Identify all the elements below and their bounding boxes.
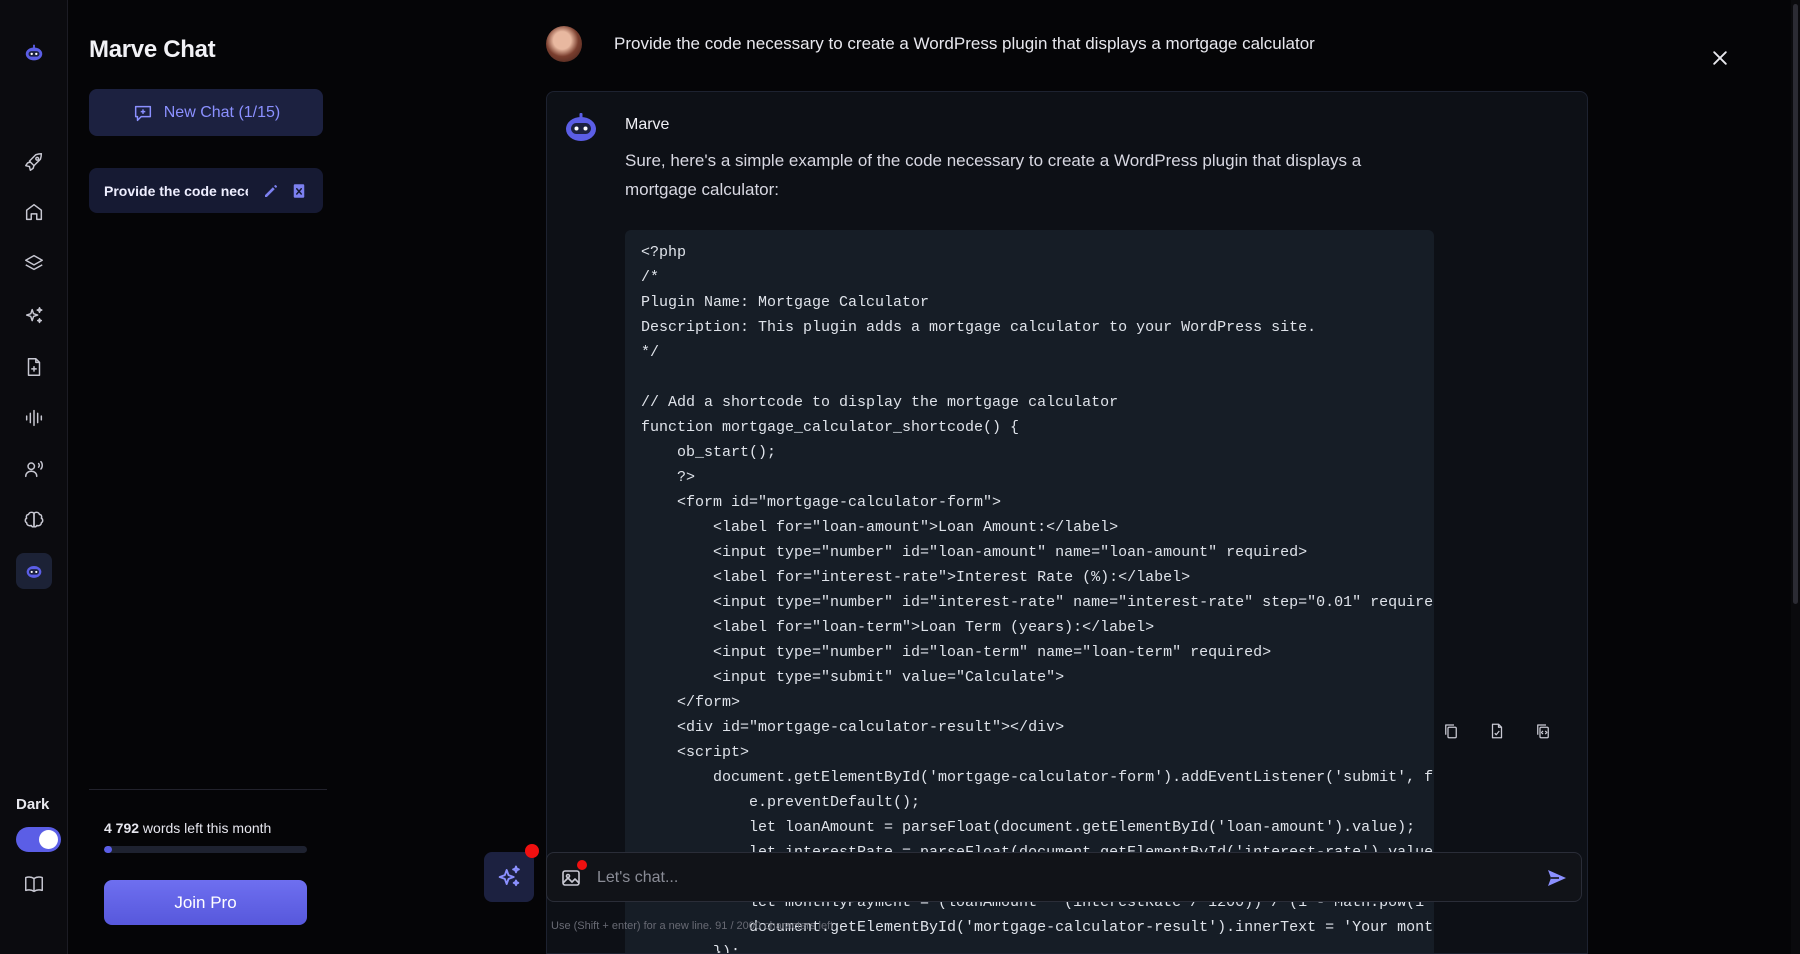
scrollbar-thumb[interactable] — [1793, 4, 1798, 604]
delete-icon[interactable] — [288, 180, 310, 202]
chat-list-item[interactable]: Provide the code necessary to create a W… — [89, 168, 323, 213]
words-count: 4 792 — [104, 820, 140, 836]
chatbot-icon[interactable] — [16, 553, 52, 589]
panel-divider — [89, 789, 327, 790]
words-left: 4 792 words left this month — [104, 820, 271, 836]
join-pro-button[interactable]: Join Pro — [104, 880, 307, 925]
chat-panel: Marve Chat New Chat (1/15) Provide the c… — [68, 0, 328, 954]
home-icon[interactable] — [16, 194, 52, 230]
brain-icon[interactable] — [16, 502, 52, 538]
words-progress — [104, 846, 307, 853]
voice-user-icon[interactable] — [16, 451, 52, 487]
user-message-row: Provide the code necessary to create a W… — [546, 26, 1315, 62]
new-chat-label: New Chat (1/15) — [163, 103, 281, 121]
layers-icon[interactable] — [16, 245, 52, 281]
image-notification-dot — [577, 860, 587, 870]
chat-plus-icon — [134, 105, 151, 121]
close-icon — [1713, 51, 1727, 65]
ai-tools-button[interactable] — [484, 852, 534, 902]
panel-title: Marve Chat — [89, 36, 216, 63]
bot-avatar-icon — [566, 113, 596, 141]
book-icon[interactable] — [16, 866, 52, 902]
send-icon — [1548, 870, 1566, 886]
page-scrollbar[interactable] — [1791, 0, 1800, 954]
icon-rail: Dark — [0, 0, 68, 954]
composer-hint: Use (Shift + enter) for a new line. 91 /… — [551, 920, 834, 932]
new-chat-button[interactable]: New Chat (1/15) — [89, 89, 323, 136]
marve-logo-icon[interactable] — [16, 35, 52, 71]
user-message: Provide the code necessary to create a W… — [614, 34, 1315, 53]
user-avatar — [546, 26, 582, 62]
code-block: <?php /* Plugin Name: Mortgage Calculato… — [625, 230, 1434, 954]
audio-wave-icon[interactable] — [16, 400, 52, 436]
words-progress-fill — [104, 846, 113, 853]
bot-response-card: Marve Sure, here's a simple example of t… — [546, 91, 1588, 954]
toggle-knob — [39, 830, 58, 849]
edit-icon[interactable] — [260, 180, 282, 202]
words-left-text: words left this month — [139, 820, 272, 836]
chat-input[interactable] — [597, 865, 1497, 891]
code-content: <?php /* Plugin Name: Mortgage Calculato… — [641, 244, 1434, 954]
notification-dot — [525, 844, 539, 858]
dark-mode-toggle[interactable] — [16, 827, 61, 852]
rocket-icon[interactable] — [16, 144, 52, 180]
close-button[interactable] — [1708, 46, 1732, 70]
sparkles-icon[interactable] — [16, 298, 52, 334]
response-actions — [1440, 720, 1554, 742]
send-button[interactable] — [1543, 865, 1571, 891]
chat-composer — [546, 852, 1582, 902]
document-plus-icon[interactable] — [16, 349, 52, 385]
chat-item-label: Provide the code necessary to create a W… — [104, 182, 248, 199]
export-document-icon[interactable] — [1486, 720, 1508, 742]
copy-icon[interactable] — [1440, 720, 1462, 742]
bot-intro-text: Sure, here's a simple example of the cod… — [625, 151, 1362, 199]
theme-label: Dark — [16, 796, 50, 813]
copy-code-icon[interactable] — [1532, 720, 1554, 742]
sparkles-icon — [498, 865, 520, 887]
bot-name: Marve — [625, 116, 670, 133]
